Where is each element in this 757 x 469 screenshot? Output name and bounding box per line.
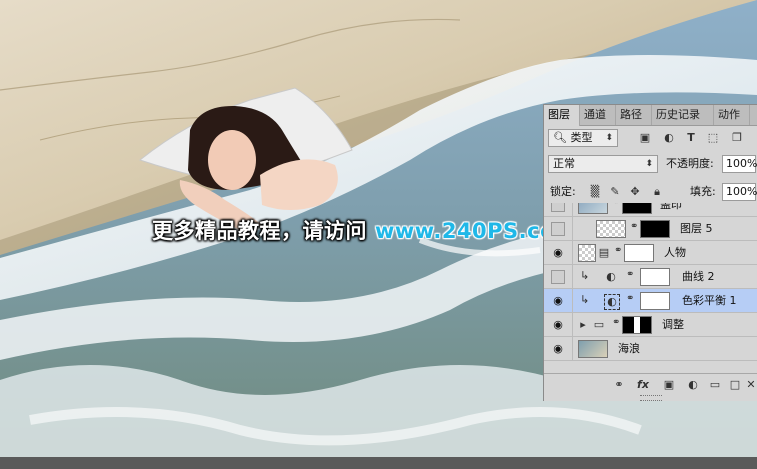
type-filter-icon[interactable]: T bbox=[684, 131, 698, 145]
layer-name: 曲线 2 bbox=[682, 270, 715, 283]
search-icon: 🔍︎ bbox=[553, 131, 567, 144]
folder-icon[interactable]: ▭ bbox=[708, 378, 722, 392]
layer-name: 海浪 bbox=[618, 342, 640, 355]
smart-object-icon: ▤ bbox=[598, 246, 610, 259]
opacity-input[interactable]: 100% bbox=[722, 155, 757, 173]
layer-thumbnail bbox=[596, 220, 626, 238]
row-divider bbox=[572, 289, 573, 313]
watermark-caption: 更多精品教程，请访问 www.240PS.com bbox=[152, 214, 577, 248]
lock-label: 锁定: bbox=[550, 185, 576, 198]
lock-icon[interactable]: 🔒︎ bbox=[650, 185, 664, 199]
layer-name: 人物 bbox=[664, 246, 686, 259]
layer-thumbnail bbox=[578, 340, 608, 358]
filter-row: 🔍︎ 类型 ⬍ ▣ ◐ T ⬚ ❐ bbox=[544, 129, 757, 149]
move-lock-icon[interactable]: ✥ bbox=[628, 185, 642, 199]
image-filter-icon[interactable]: ▣ bbox=[638, 131, 652, 145]
tab-actions[interactable]: 动作 bbox=[714, 105, 750, 125]
visibility-toggle[interactable] bbox=[551, 222, 565, 236]
layers-list: ⚭ 盖印 ⚭ 图层 5 ◉ ▤ ⚭ 人物 ↳ ◐ bbox=[544, 203, 757, 373]
panel-footer: ⚭ fx ▣ ◐ ▭ □ ✕ bbox=[544, 373, 757, 396]
chain-link-icon: ⚭ bbox=[626, 293, 635, 304]
link-icon[interactable]: ⚭ bbox=[612, 378, 626, 392]
mask-icon[interactable]: ▣ bbox=[662, 378, 676, 392]
shape-filter-icon[interactable]: ⬚ bbox=[706, 131, 720, 145]
filter-kind-select[interactable]: 🔍︎ 类型 ⬍ bbox=[548, 129, 618, 147]
layer-row[interactable]: ◉ 海浪 bbox=[544, 337, 757, 361]
row-divider bbox=[572, 241, 573, 265]
tab-layers[interactable]: 图层 bbox=[544, 105, 580, 126]
layer-mask-thumbnail bbox=[622, 203, 652, 214]
eye-icon[interactable]: ◉ bbox=[551, 294, 565, 308]
folder-icon: ▭ bbox=[593, 318, 605, 331]
layer-name: 调整 bbox=[662, 318, 684, 331]
layer-row[interactable]: ↳ ◐ ⚭ 曲线 2 bbox=[544, 265, 757, 289]
layer-mask-thumbnail bbox=[622, 316, 652, 334]
adjustment-filter-icon[interactable]: ◐ bbox=[662, 131, 676, 145]
chain-link-icon: ⚭ bbox=[612, 203, 620, 208]
lock-transparent-icon[interactable]: ▒ bbox=[588, 185, 602, 199]
blend-mode-select[interactable]: 正常 ⬍ bbox=[548, 155, 658, 173]
layer-name: 色彩平衡 1 bbox=[682, 294, 737, 307]
curves-adjustment-icon: ◐ bbox=[606, 270, 616, 283]
layer-row[interactable]: ◉ ▤ ⚭ 人物 bbox=[544, 241, 757, 265]
trash-icon[interactable]: ✕ bbox=[744, 378, 757, 392]
blend-mode-value: 正常 bbox=[553, 157, 575, 170]
row-divider bbox=[572, 217, 573, 241]
layer-row[interactable]: ◉ ▸ ▭ ⚭ 调整 bbox=[544, 313, 757, 337]
layers-panel: 图层 通道 路径 历史记录 动作 🔍︎ 类型 ⬍ ▣ ◐ T ⬚ ❐ 正常 ⬍ … bbox=[543, 104, 757, 401]
row-divider bbox=[572, 313, 573, 337]
visibility-toggle[interactable] bbox=[551, 270, 565, 284]
layer-mask-thumbnail bbox=[624, 244, 654, 262]
adjustment-icon[interactable]: ◐ bbox=[686, 378, 700, 392]
opacity-label: 不透明度: bbox=[666, 157, 714, 170]
fill-label: 填充: bbox=[690, 185, 716, 198]
resize-grip[interactable] bbox=[640, 395, 662, 401]
layer-name: 盖印 bbox=[660, 203, 682, 211]
eye-icon[interactable]: ◉ bbox=[551, 318, 565, 332]
row-divider bbox=[572, 265, 573, 289]
status-bar bbox=[0, 457, 757, 469]
eye-icon[interactable]: ◉ bbox=[551, 246, 565, 260]
panel-tabs: 图层 通道 路径 历史记录 动作 bbox=[544, 105, 757, 126]
tab-history[interactable]: 历史记录 bbox=[652, 105, 714, 125]
lock-row: 锁定: ▒ ✎ ✥ 🔒︎ 填充: 100% bbox=[544, 183, 757, 203]
brush-lock-icon[interactable]: ✎ bbox=[608, 185, 622, 199]
layer-mask-thumbnail bbox=[640, 268, 670, 286]
fx-icon[interactable]: fx bbox=[636, 378, 650, 392]
new-layer-icon[interactable]: □ bbox=[728, 378, 742, 392]
tab-channels[interactable]: 通道 bbox=[580, 105, 616, 125]
chain-link-icon: ⚭ bbox=[630, 221, 639, 232]
chevron-updown-icon: ⬍ bbox=[645, 159, 653, 169]
clipping-arrow-icon: ↳ bbox=[580, 293, 590, 306]
color-balance-adjustment-icon: ◐ bbox=[604, 294, 620, 310]
chain-link-icon: ⚭ bbox=[614, 245, 623, 256]
layer-thumbnail bbox=[578, 203, 608, 214]
chain-link-icon: ⚭ bbox=[626, 269, 635, 280]
chain-link-icon: ⚭ bbox=[612, 317, 621, 328]
chevron-updown-icon: ⬍ bbox=[605, 133, 613, 143]
fill-input[interactable]: 100% bbox=[722, 183, 757, 201]
layer-mask-thumbnail bbox=[640, 292, 670, 310]
tab-paths[interactable]: 路径 bbox=[616, 105, 652, 125]
layer-name: 图层 5 bbox=[680, 222, 713, 235]
layer-thumbnail bbox=[578, 244, 596, 262]
row-divider bbox=[572, 203, 573, 217]
layer-row[interactable]: ⚭ 盖印 bbox=[544, 203, 757, 217]
layer-row[interactable]: ⚭ 图层 5 bbox=[544, 217, 757, 241]
smart-object-filter-icon[interactable]: ❐ bbox=[730, 131, 744, 145]
row-divider bbox=[572, 337, 573, 361]
visibility-toggle[interactable] bbox=[551, 203, 565, 212]
eye-icon[interactable]: ◉ bbox=[551, 342, 565, 356]
layer-mask-thumbnail bbox=[640, 220, 670, 238]
filter-kind-label: 类型 bbox=[570, 131, 593, 144]
blend-row: 正常 ⬍ 不透明度: 100% bbox=[544, 155, 757, 175]
chevron-right-icon[interactable]: ▸ bbox=[576, 318, 590, 332]
clipping-arrow-icon: ↳ bbox=[580, 269, 590, 282]
caption-text: 更多精品教程，请访问 bbox=[152, 219, 367, 243]
layer-row-selected[interactable]: ◉ ↳ ◐ ⚭ 色彩平衡 1 bbox=[544, 289, 757, 313]
